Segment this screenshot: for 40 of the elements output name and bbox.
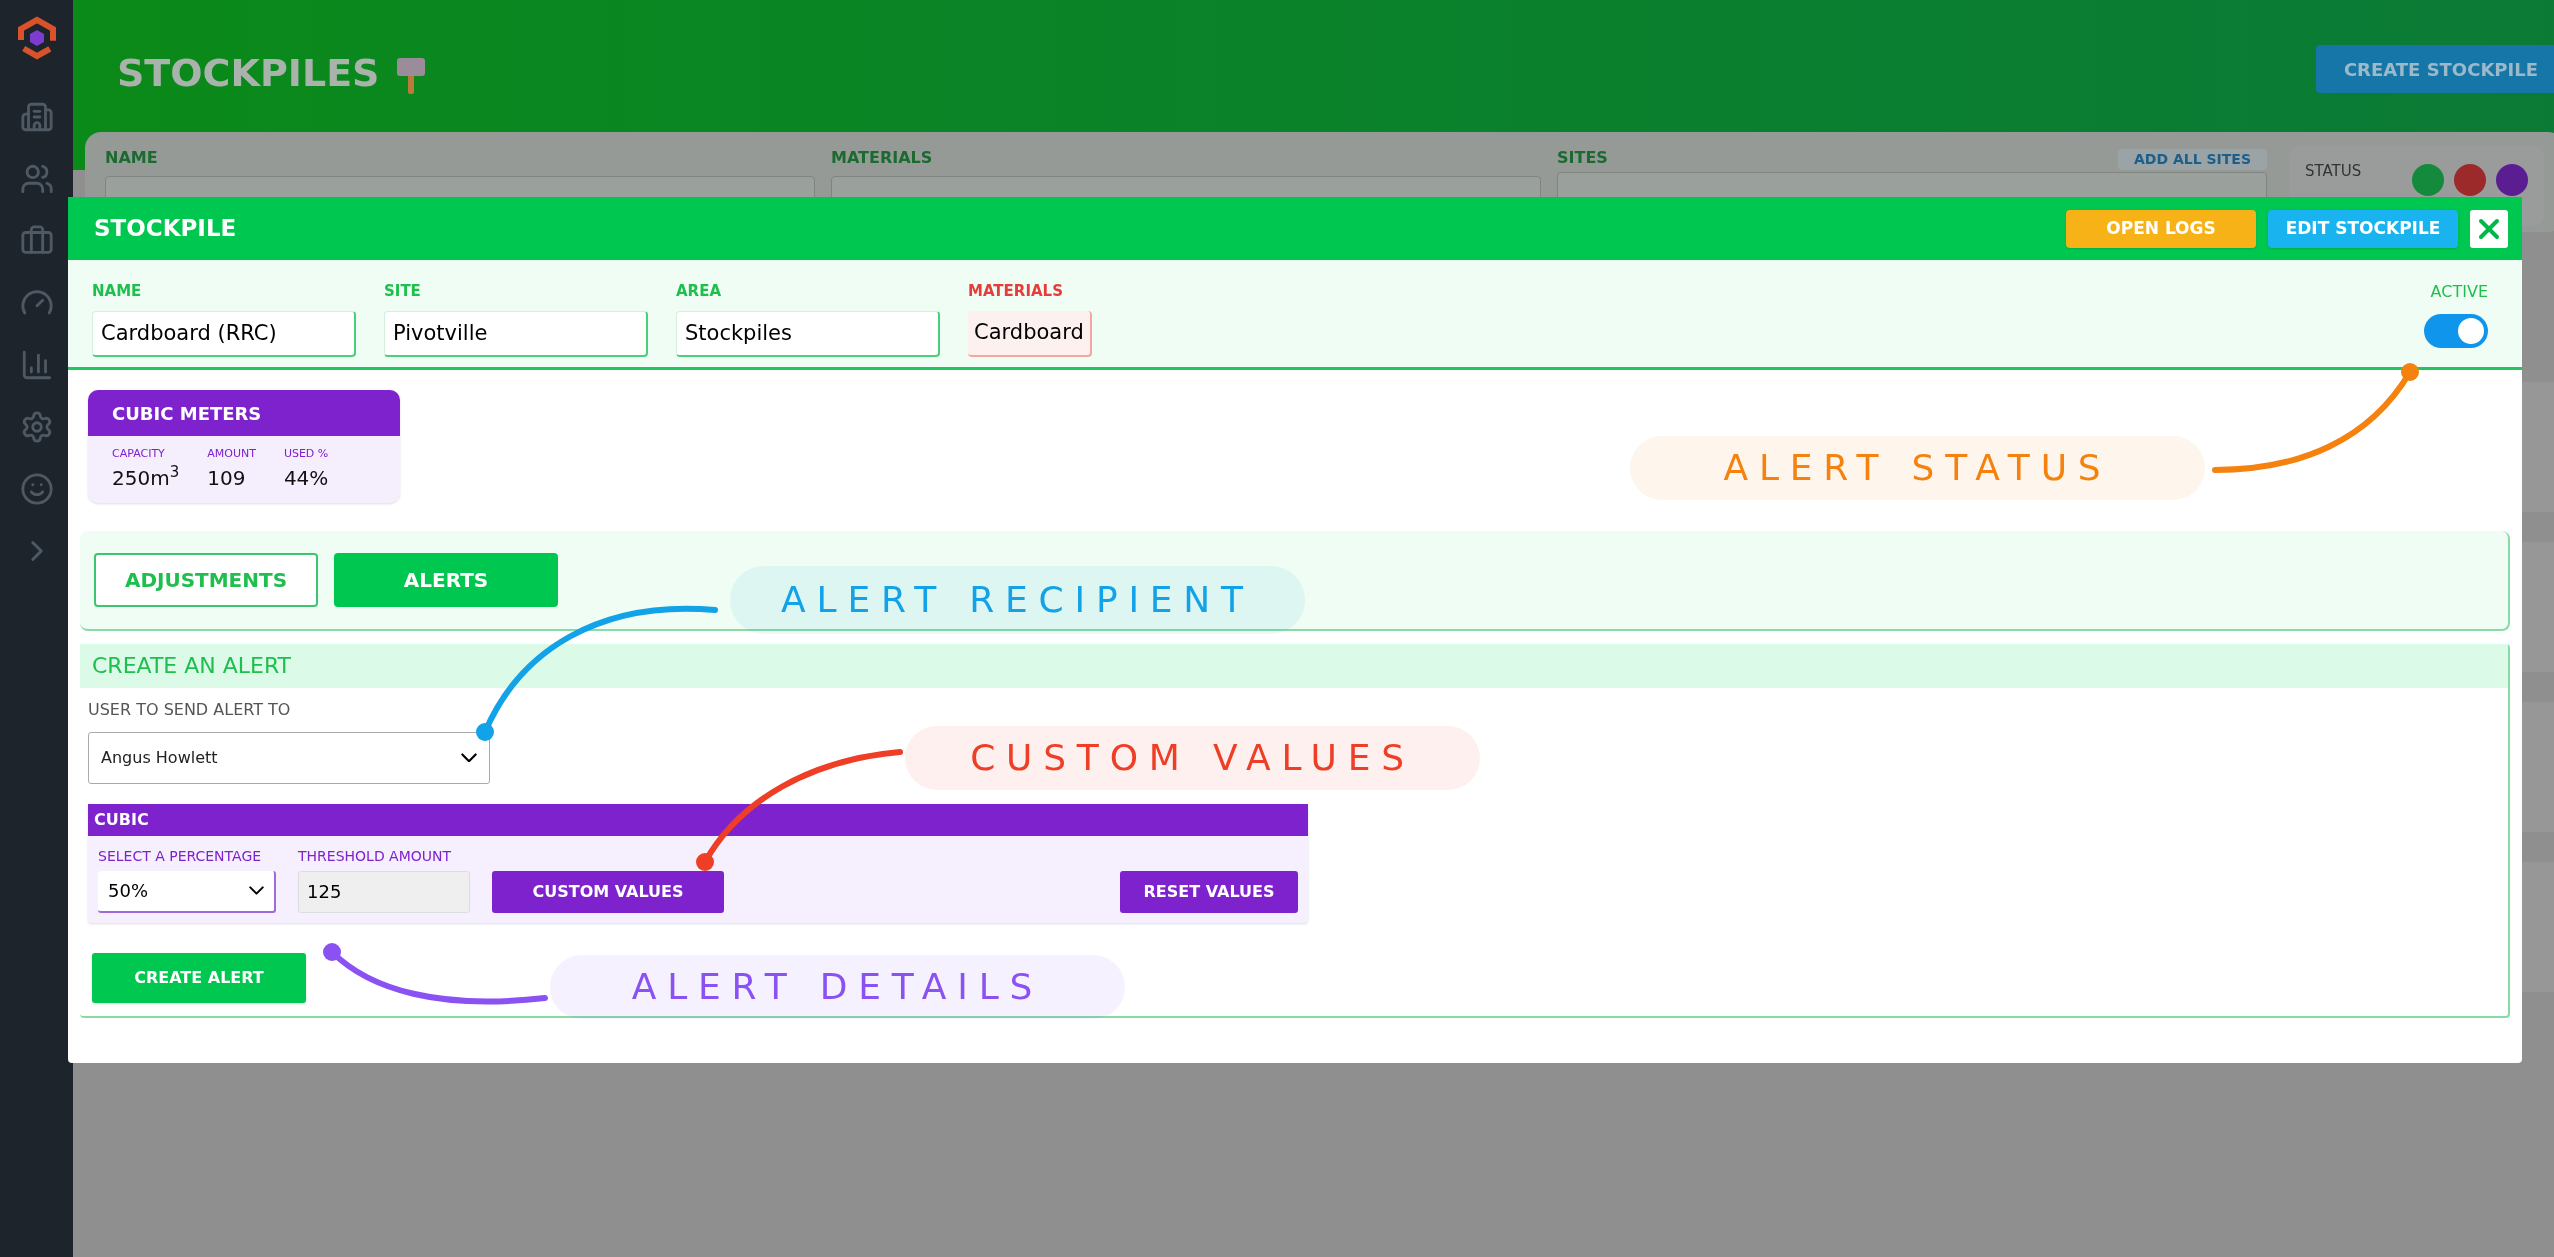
stat-label: AMOUNT xyxy=(207,446,256,462)
stat-value: 44% xyxy=(283,464,329,492)
threshold-field[interactable]: 125 xyxy=(298,870,470,913)
active-toggle[interactable] xyxy=(2424,314,2488,348)
active-label: ACTIVE xyxy=(2430,281,2488,303)
stat-value: 109 xyxy=(207,464,247,492)
stockpile-field[interactable]: Stockpiles xyxy=(676,310,940,357)
field-label: USER TO SEND ALERT TO xyxy=(88,698,292,721)
filter-label: STATUS xyxy=(2305,161,2362,182)
field-label: MATERIALS xyxy=(968,281,1064,302)
filter-label: MATERIALS xyxy=(831,147,934,169)
stat-label: USED % xyxy=(283,446,329,462)
stat-value: 250m$^{3}$ xyxy=(112,462,180,492)
field-label: NAME xyxy=(92,281,143,302)
annotation-label: ALERT DETAILS xyxy=(550,955,1125,1019)
stockpile-field[interactable]: Pivotville xyxy=(384,310,648,357)
chevron-down-icon xyxy=(249,886,264,895)
reset-values-button[interactable]: RESET VALUES xyxy=(1120,870,1298,913)
field-label: THRESHOLD AMOUNT xyxy=(298,846,453,866)
percentage-select[interactable]: 50% xyxy=(98,870,276,913)
stat-label: CAPACITY xyxy=(112,446,166,462)
field-label: SITE xyxy=(384,281,422,302)
user-select[interactable]: Angus Howlett xyxy=(88,731,490,784)
annotation-label: ALERT RECIPIENT xyxy=(730,566,1305,634)
custom-values-button[interactable]: CUSTOM VALUES xyxy=(492,870,724,913)
panel-title: CUBIC xyxy=(94,808,149,831)
filter-label: SITES xyxy=(1557,147,1608,169)
material-tag: Cardboard xyxy=(968,310,1092,357)
card-title: CUBIC METERS xyxy=(112,401,262,426)
section-title: CREATE AN ALERT xyxy=(92,652,292,680)
filter-label: NAME xyxy=(105,147,159,169)
field-label: SELECT A PERCENTAGE xyxy=(98,846,263,866)
stockpile-field[interactable]: Cardboard (RRC) xyxy=(92,310,356,357)
chevron-down-icon xyxy=(461,752,477,763)
field-label: AREA xyxy=(676,281,722,302)
annotation-label: CUSTOM VALUES xyxy=(905,726,1480,790)
modal-title: STOCKPILE xyxy=(94,214,237,244)
close-button[interactable] xyxy=(2470,209,2508,248)
annotation-label: ALERT STATUS xyxy=(1630,436,2205,500)
page-title: STOCKPILES xyxy=(117,50,380,97)
